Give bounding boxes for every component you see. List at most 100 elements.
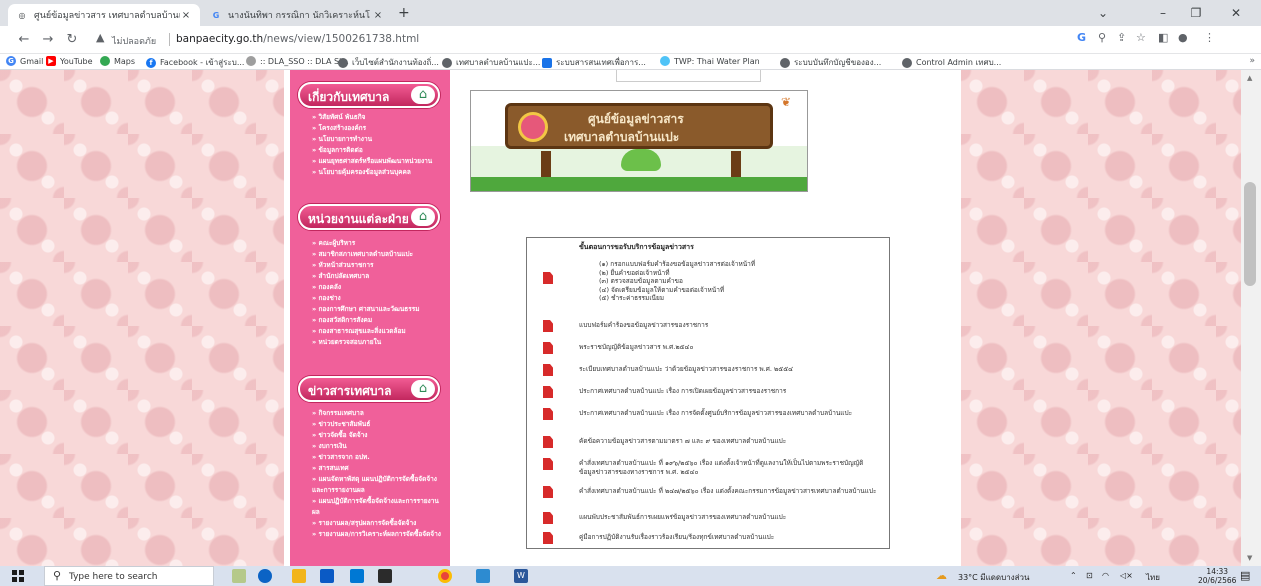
pdf-icon[interactable] xyxy=(543,436,553,448)
bookmark-facebook[interactable]: f Facebook - เข้าสู่ระบ... xyxy=(146,56,244,69)
document-link[interactable]: ประกาศเทศบาลตำบลบ้านแปะ เรื่อง การจัดตั้… xyxy=(579,409,879,418)
menu-icon[interactable]: ⋮ xyxy=(1204,31,1215,44)
home-icon[interactable]: ⌂ xyxy=(411,380,435,398)
bookmark-local-office[interactable]: เว็บไซต์สำนักงานท้องถิ่... xyxy=(338,56,439,69)
volume-icon[interactable]: ◁× xyxy=(1120,571,1133,580)
pdf-icon[interactable] xyxy=(543,408,553,420)
document-link[interactable]: แผนพับประชาสัมพันธ์การเผยแพร่ข้อมูลข่าวส… xyxy=(579,513,879,522)
photos-icon[interactable] xyxy=(378,569,392,583)
edge-icon[interactable] xyxy=(258,569,272,583)
side-panel-icon[interactable]: ◧ xyxy=(1158,31,1168,44)
pdf-icon[interactable] xyxy=(543,320,553,332)
forward-icon[interactable]: → xyxy=(38,30,58,50)
bookmark-banpae[interactable]: เทศบาลตำบลบ้านแปะ... xyxy=(442,56,540,69)
pdf-icon[interactable] xyxy=(543,458,553,470)
sidebar-item[interactable]: ข่าวสารจาก อปท. xyxy=(312,452,442,463)
tab-active[interactable]: ◎ ศูนย์ข้อมูลข่าวสาร เทศบาลตำบลบ้านแป × xyxy=(8,4,200,26)
bookmark-info-system[interactable]: ระบบสารสนเทศเพื่อการ... xyxy=(542,56,646,69)
sidebar-item[interactable]: แผนจัดหาพัสดุ แผนปฏิบัติการจัดซื้อจัดจ้า… xyxy=(312,474,442,496)
document-link[interactable]: คู่มือการปฏิบัติงานรับเรื่องราวร้องเรียน… xyxy=(579,533,879,542)
bookmark-accounting[interactable]: ระบบบันทึกบัญชีขององ... xyxy=(780,56,881,69)
show-hidden-icons-icon[interactable]: ⌃ xyxy=(1070,571,1077,580)
network-icon[interactable]: ⊡ xyxy=(1086,571,1093,580)
sidebar-item[interactable]: กองการศึกษา ศาสนาและวัฒนธรรม xyxy=(312,304,442,315)
system-clock[interactable]: 14:33 20/6/2566 xyxy=(1198,567,1236,585)
close-tab-icon[interactable]: × xyxy=(372,10,384,21)
home-icon[interactable]: ⌂ xyxy=(411,86,435,104)
document-link[interactable]: ระเบียบเทศบาลตำบลบ้านแปะ ว่าด้วยข้อมูลข่… xyxy=(579,365,879,374)
pdf-icon[interactable] xyxy=(543,532,553,544)
sidebar-item[interactable]: แผนปฏิบัติการจัดซื้อจัดจ้างและการรายงานผ… xyxy=(312,496,442,518)
back-icon[interactable]: ← xyxy=(14,30,34,50)
document-link[interactable]: ประกาศเทศบาลตำบลบ้านแปะ เรื่อง การเปิดเผ… xyxy=(579,387,879,396)
bookmark-star-icon[interactable]: ☆ xyxy=(1136,31,1146,44)
scrollbar-thumb[interactable] xyxy=(1244,182,1256,286)
document-link[interactable]: คัดข้อความข้อมูลข่าวสารตามมาตรา ๗ และ ๙ … xyxy=(579,437,879,446)
new-tab-button[interactable]: + xyxy=(398,5,410,21)
store-icon[interactable] xyxy=(320,569,334,583)
pdf-icon[interactable] xyxy=(543,364,553,376)
sidebar-item[interactable]: กองคลัง xyxy=(312,282,442,293)
document-link[interactable]: แบบฟอร์มคำร้องขอข้อมูลข่าวสารของราชการ xyxy=(579,321,879,330)
bookmark-gmail[interactable]: G Gmail xyxy=(6,56,43,66)
file-explorer-icon[interactable] xyxy=(292,569,306,583)
sidebar-item[interactable]: ข่าวจัดซื้อ จัดจ้าง xyxy=(312,430,442,441)
tab-search-icon[interactable]: ⌄ xyxy=(1088,3,1118,23)
sidebar-item[interactable]: หัวหน้าส่วนราชการ xyxy=(312,260,442,271)
weather-text[interactable]: 33°C มีแดดบางส่วน xyxy=(958,571,1029,584)
section-header-about[interactable]: เกี่ยวกับเทศบาล ⌂ xyxy=(298,82,440,108)
url-text[interactable]: banpaecity.go.th/news/view/1500261738.ht… xyxy=(176,33,419,45)
tab-inactive[interactable]: G นางนันทิพา กรรณิกา นักวิเคราะห์นโ × xyxy=(202,4,392,26)
sidebar-item[interactable]: นโยบายการทำงาน xyxy=(312,134,442,145)
sidebar-item[interactable]: สำนักปลัดเทศบาล xyxy=(312,271,442,282)
document-link[interactable]: คำสั่งเทศบาลตำบลบ้านแปะ ที่ ๒๔๗/๒๕๖๐ เรื… xyxy=(579,487,879,496)
sidebar-item[interactable]: กองสาธารณสุขและสิ่งแวดล้อม xyxy=(312,326,442,337)
sidebar-item[interactable]: ข่าวประชาสัมพันธ์ xyxy=(312,419,442,430)
scroll-down-icon[interactable]: ▼ xyxy=(1247,554,1252,562)
sidebar-item[interactable]: รายงานผล/การวิเคราะห์ผลการจัดซื้อจัดจ้าง xyxy=(312,529,442,540)
pdf-icon[interactable] xyxy=(543,512,553,524)
bookmark-control-admin[interactable]: Control Admin เทศบ... xyxy=(902,56,1001,69)
pdf-icon[interactable] xyxy=(543,272,553,284)
pdf-icon[interactable] xyxy=(543,386,553,398)
section-header-departments[interactable]: หน่วยงานแต่ละฝ่าย ⌂ xyxy=(298,204,440,230)
profile-icon[interactable]: ● xyxy=(1178,31,1188,44)
sidebar-item[interactable]: นโยบายคุ้มครองข้อมูลส่วนบุคคล xyxy=(312,167,442,178)
bookmark-dla[interactable]: :: DLA_SSO :: DLA Si... xyxy=(246,56,349,66)
bookmark-twp[interactable]: TWP: Thai Water Plan xyxy=(660,56,760,66)
bookmark-youtube[interactable]: ▶ YouTube xyxy=(46,56,93,66)
sidebar-item[interactable]: โครงสร้างองค์กร xyxy=(312,123,442,134)
close-window-button[interactable]: ✕ xyxy=(1221,3,1251,23)
sidebar-item[interactable]: แผนยุทธศาสตร์หรือแผนพัฒนาหน่วยงาน xyxy=(312,156,442,167)
sidebar-item[interactable]: กองช่าง xyxy=(312,293,442,304)
google-lens-icon[interactable]: G xyxy=(1077,31,1086,44)
bookmark-maps[interactable]: Maps xyxy=(100,56,135,66)
pdf-icon[interactable] xyxy=(543,342,553,354)
insecure-label[interactable]: ไม่ปลอดภัย xyxy=(112,34,156,48)
zoom-icon[interactable]: ⚲ xyxy=(1098,31,1106,44)
document-link[interactable]: พระราชบัญญัติข้อมูลข่าวสาร พ.ศ.๒๕๔๐ xyxy=(579,343,879,352)
sidebar-item[interactable]: คณะผู้บริหาร xyxy=(312,238,442,249)
minimize-button[interactable]: – xyxy=(1148,3,1178,23)
page-scrollbar[interactable]: ▲ ▼ xyxy=(1241,70,1261,566)
restore-button[interactable]: ❐ xyxy=(1181,3,1211,23)
image-app-icon[interactable] xyxy=(476,569,490,583)
language-indicator[interactable]: ไทย xyxy=(1146,571,1160,584)
share-icon[interactable]: ⇪ xyxy=(1117,31,1126,44)
reload-icon[interactable]: ↻ xyxy=(62,30,82,50)
scroll-up-icon[interactable]: ▲ xyxy=(1247,74,1252,82)
sidebar-item[interactable]: สมาชิกสภาเทศบาลตำบลบ้านแปะ xyxy=(312,249,442,260)
sidebar-item[interactable]: สารสนเทศ xyxy=(312,463,442,474)
more-bookmarks-icon[interactable]: » xyxy=(1249,56,1255,66)
wifi-icon[interactable]: ◠ xyxy=(1102,571,1109,580)
section-header-news[interactable]: ข่าวสารเทศบาล ⌂ xyxy=(298,376,440,402)
notification-icon[interactable]: ▤ xyxy=(1240,569,1250,582)
address-bar[interactable]: ▲ ไม่ปลอดภัย banpaecity.go.th/news/view/… xyxy=(96,29,1261,51)
sidebar-item[interactable]: หน่วยตรวจสอบภายใน xyxy=(312,337,442,348)
windows-start-icon[interactable] xyxy=(12,570,24,582)
taskbar-search[interactable]: ⚲ Type here to search xyxy=(44,566,214,586)
pdf-icon[interactable] xyxy=(543,486,553,498)
mail-icon[interactable] xyxy=(350,569,364,583)
sidebar-item[interactable]: งบการเงิน xyxy=(312,441,442,452)
chrome-icon[interactable] xyxy=(438,569,452,583)
